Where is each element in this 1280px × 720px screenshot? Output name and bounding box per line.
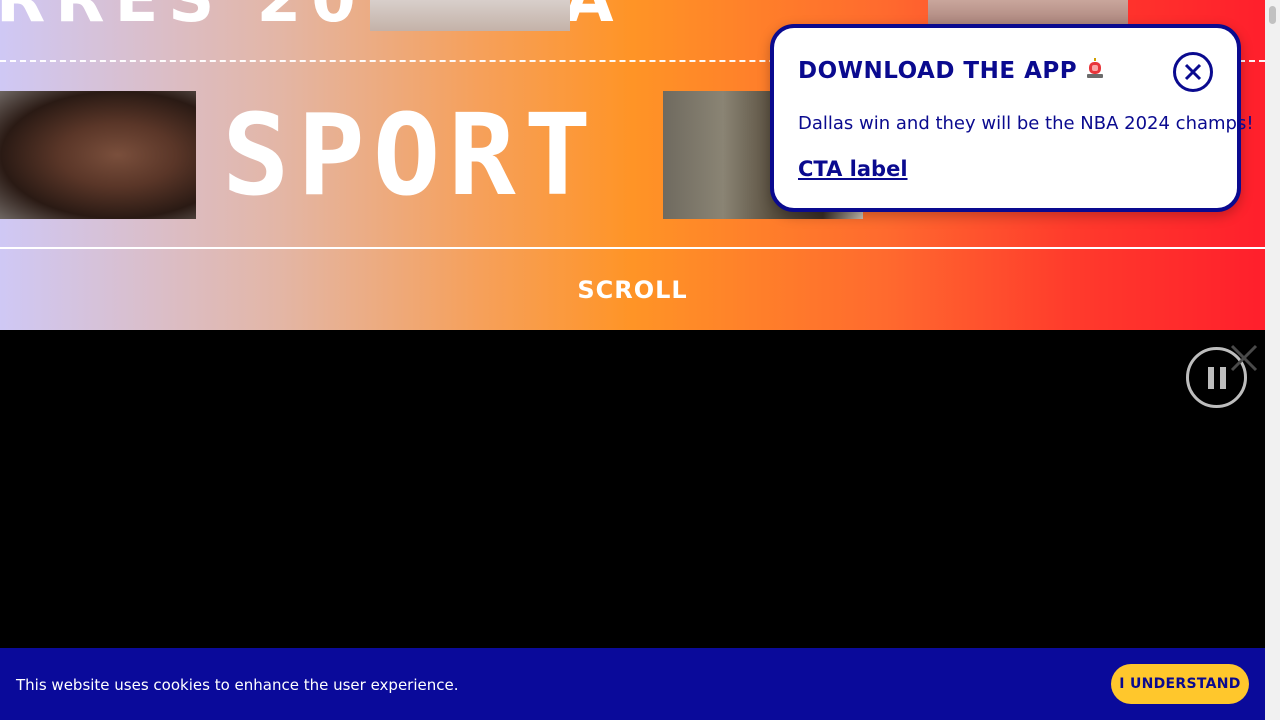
- close-icon: [1184, 63, 1202, 81]
- pause-icon-bar: [1219, 366, 1226, 389]
- video-close-button[interactable]: [1230, 344, 1258, 372]
- video-player[interactable]: [0, 330, 1265, 648]
- page: RRES 2024 CA SPORT SCROLL DOWNLOAD THE A…: [0, 0, 1265, 720]
- pause-icon: [1207, 366, 1214, 389]
- page-scrollbar[interactable]: [1265, 0, 1280, 720]
- download-app-popup: DOWNLOAD THE APP Dallas win and they wil…: [770, 24, 1254, 212]
- siren-icon: [1085, 58, 1105, 80]
- popup-title: DOWNLOAD THE APP: [798, 58, 1105, 84]
- cookie-accept-button[interactable]: I UNDERSTAND: [1111, 664, 1249, 704]
- close-icon: [1230, 344, 1258, 372]
- popup-close-button[interactable]: [1173, 52, 1213, 92]
- popup-title-text: DOWNLOAD THE APP: [798, 58, 1078, 84]
- scroll-label[interactable]: SCROLL: [0, 276, 1265, 304]
- cookie-bar: This website uses cookies to enhance the…: [0, 648, 1265, 720]
- hero-photo-woman: [0, 91, 196, 219]
- hero-main-text: SPORT: [222, 91, 600, 221]
- popup-body: Dallas win and they will be the NBA 2024…: [798, 113, 1254, 134]
- cookie-message: This website uses cookies to enhance the…: [16, 676, 459, 694]
- hero-divider: [0, 247, 1265, 249]
- popup-cta-link[interactable]: CTA label: [798, 157, 908, 181]
- scrollbar-thumb[interactable]: [1269, 6, 1276, 24]
- hero-photo-top-1: [370, 0, 570, 31]
